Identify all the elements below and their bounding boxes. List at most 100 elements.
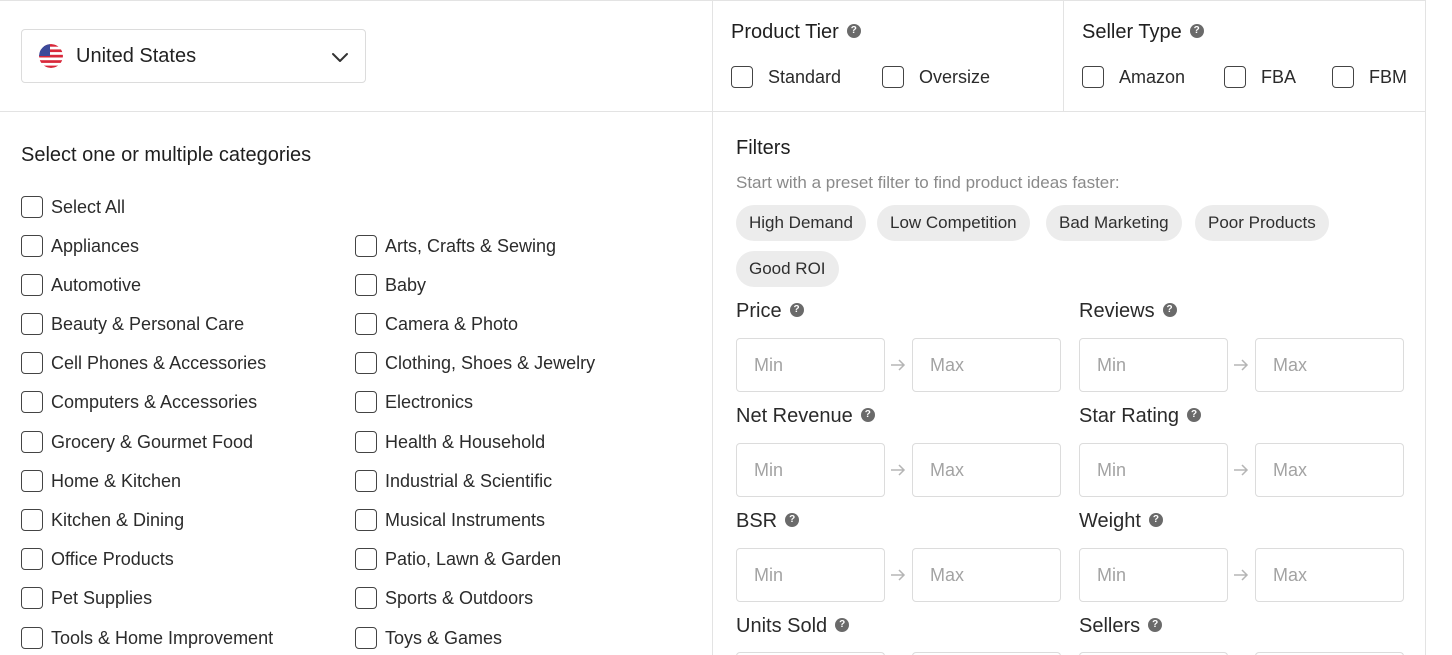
checkbox-label: FBM xyxy=(1369,66,1407,87)
checkbox-box[interactable] xyxy=(1332,66,1354,88)
arrow-right-icon xyxy=(891,359,906,371)
checkbox-box[interactable] xyxy=(21,352,43,374)
checkbox-box[interactable] xyxy=(21,274,43,296)
checkbox-box[interactable] xyxy=(355,235,377,257)
help-icon[interactable]: ? xyxy=(785,512,800,527)
preset-chip-high-demand[interactable]: High Demand xyxy=(736,205,866,241)
bsr-min-input[interactable] xyxy=(736,548,885,602)
category-checkbox[interactable]: Camera & Photo xyxy=(355,313,518,335)
checkbox-box[interactable] xyxy=(355,470,377,492)
reviews-max-input[interactable] xyxy=(1255,338,1404,392)
preset-chip-bad-marketing[interactable]: Bad Marketing xyxy=(1046,205,1182,241)
checkbox-box[interactable] xyxy=(1224,66,1246,88)
checkbox-box[interactable] xyxy=(21,470,43,492)
help-icon[interactable]: ? xyxy=(1148,512,1163,527)
help-icon[interactable]: ? xyxy=(1187,407,1202,422)
bsr-max-input[interactable] xyxy=(912,548,1061,602)
category-checkbox[interactable]: Automotive xyxy=(21,274,141,296)
checkbox-box[interactable] xyxy=(21,509,43,531)
star-rating-max-input[interactable] xyxy=(1255,443,1404,497)
checkbox-box[interactable] xyxy=(21,196,43,218)
category-checkbox[interactable]: Home & Kitchen xyxy=(21,470,181,492)
checkbox-box[interactable] xyxy=(355,391,377,413)
help-icon[interactable]: ? xyxy=(860,407,875,422)
checkbox-box[interactable] xyxy=(355,274,377,296)
category-checkbox[interactable]: Electronics xyxy=(355,391,473,413)
tier-oversize-checkbox[interactable]: Oversize xyxy=(882,66,990,88)
checkbox-box[interactable] xyxy=(21,235,43,257)
category-checkbox[interactable]: Health & Household xyxy=(355,431,545,453)
category-checkbox[interactable]: Patio, Lawn & Garden xyxy=(355,548,561,570)
checkbox-label: Standard xyxy=(768,66,842,87)
checkbox-box[interactable] xyxy=(21,431,43,453)
category-checkbox[interactable]: Baby xyxy=(355,274,426,296)
help-icon[interactable]: ? xyxy=(1189,23,1204,38)
checkbox-box[interactable] xyxy=(355,587,377,609)
tier-standard-checkbox[interactable]: Standard xyxy=(731,66,841,88)
checkbox-box[interactable] xyxy=(21,313,43,335)
weight-min-input[interactable] xyxy=(1079,548,1228,602)
category-checkbox[interactable]: Cell Phones & Accessories xyxy=(21,352,266,374)
arrow-right-icon xyxy=(1234,359,1249,371)
checkbox-label: Industrial & Scientific xyxy=(385,470,553,491)
seller-amazon-checkbox[interactable]: Amazon xyxy=(1082,66,1185,88)
checkbox-label: Amazon xyxy=(1119,66,1186,87)
checkbox-box[interactable] xyxy=(355,548,377,570)
star-rating-min-input[interactable] xyxy=(1079,443,1228,497)
checkbox-box[interactable] xyxy=(21,391,43,413)
column-divider xyxy=(712,0,713,655)
checkbox-label: Grocery & Gourmet Food xyxy=(51,431,254,452)
checkbox-box[interactable] xyxy=(21,627,43,649)
price-max-input[interactable] xyxy=(912,338,1061,392)
help-icon[interactable]: ? xyxy=(1148,617,1163,632)
checkbox-box[interactable] xyxy=(882,66,904,88)
checkbox-box[interactable] xyxy=(21,548,43,570)
category-checkbox[interactable]: Toys & Games xyxy=(355,627,502,649)
category-checkbox[interactable]: Grocery & Gourmet Food xyxy=(21,431,253,453)
help-icon[interactable]: ? xyxy=(789,302,804,317)
category-checkbox[interactable]: Computers & Accessories xyxy=(21,391,257,413)
net-revenue-max-input[interactable] xyxy=(912,443,1061,497)
checkbox-box[interactable] xyxy=(355,431,377,453)
checkbox-label: Tools & Home Improvement xyxy=(51,627,274,648)
checkbox-label: Patio, Lawn & Garden xyxy=(385,548,562,569)
category-checkbox[interactable]: Tools & Home Improvement xyxy=(21,627,273,649)
help-icon[interactable]: ? xyxy=(835,617,850,632)
filters-subtitle: Start with a preset filter to find produ… xyxy=(736,173,1120,192)
category-checkbox[interactable]: Appliances xyxy=(21,235,139,257)
reviews-min-input[interactable] xyxy=(1079,338,1228,392)
checkbox-box[interactable] xyxy=(21,587,43,609)
preset-chip-good-roi[interactable]: Good ROI xyxy=(736,251,839,287)
category-checkbox[interactable]: Industrial & Scientific xyxy=(355,470,552,492)
help-icon[interactable]: ? xyxy=(1162,302,1177,317)
filter-label-text: Star Rating xyxy=(1079,405,1180,427)
category-checkbox[interactable]: Musical Instruments xyxy=(355,509,545,531)
checkbox-box[interactable] xyxy=(355,313,377,335)
category-checkbox[interactable]: Kitchen & Dining xyxy=(21,509,184,531)
weight-max-input[interactable] xyxy=(1255,548,1404,602)
seller-fbm-checkbox[interactable]: FBM xyxy=(1332,66,1407,88)
price-min-input[interactable] xyxy=(736,338,885,392)
category-checkbox[interactable]: Office Products xyxy=(21,548,174,570)
weight-filter-label: Weight? xyxy=(1079,510,1163,533)
preset-chip-low-competition[interactable]: Low Competition xyxy=(877,205,1030,241)
checkbox-box[interactable] xyxy=(355,627,377,649)
preset-chip-poor-products[interactable]: Poor Products xyxy=(1195,205,1329,241)
checkbox-box[interactable] xyxy=(731,66,753,88)
category-select-all-checkbox[interactable]: Select All xyxy=(21,196,125,218)
product-tier-title: Product Tier xyxy=(731,21,839,43)
sellers-filter-label: Sellers? xyxy=(1079,615,1163,638)
checkbox-box[interactable] xyxy=(355,509,377,531)
seller-fba-checkbox[interactable]: FBA xyxy=(1224,66,1296,88)
category-checkbox[interactable]: Sports & Outdoors xyxy=(355,587,533,609)
checkbox-label: Kitchen & Dining xyxy=(51,509,185,530)
net-revenue-min-input[interactable] xyxy=(736,443,885,497)
category-checkbox[interactable]: Pet Supplies xyxy=(21,587,152,609)
category-checkbox[interactable]: Beauty & Personal Care xyxy=(21,313,244,335)
category-checkbox[interactable]: Arts, Crafts & Sewing xyxy=(355,235,556,257)
country-select[interactable]: United States xyxy=(21,29,366,83)
help-icon[interactable]: ? xyxy=(846,23,861,38)
category-checkbox[interactable]: Clothing, Shoes & Jewelry xyxy=(355,352,595,374)
checkbox-box[interactable] xyxy=(355,352,377,374)
checkbox-box[interactable] xyxy=(1082,66,1104,88)
